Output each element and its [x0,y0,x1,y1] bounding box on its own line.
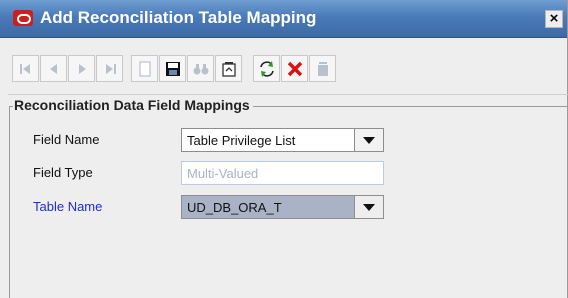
toolbar [0,38,567,94]
dialog-window: Add Reconciliation Table Mapping × Recon… [0,0,568,298]
close-button[interactable]: × [545,10,563,28]
save-button[interactable] [159,55,186,82]
field-name-value: Table Privilege List [187,133,296,148]
previous-record-button[interactable] [40,55,67,82]
table-name-value: UD_DB_ORA_T [187,200,282,215]
new-button[interactable] [131,55,158,82]
title-bar[interactable]: Add Reconciliation Table Mapping × [0,0,567,38]
next-record-icon [79,64,86,74]
field-type-input[interactable]: Multi-Valued [181,161,384,185]
field-name-select[interactable]: Table Privilege List [181,128,384,152]
clipboard-icon [222,62,236,77]
refresh-button[interactable] [253,55,280,82]
table-name-label: Table Name [33,199,103,214]
trash-button[interactable] [309,55,336,82]
table-name-select[interactable]: UD_DB_ORA_T [181,195,384,219]
chevron-down-icon[interactable] [354,196,383,218]
trash-can-icon [318,62,328,76]
delete-button[interactable] [281,55,308,82]
field-name-label: Field Name [33,132,100,147]
next-record-button[interactable] [68,55,95,82]
delete-x-icon [287,61,303,77]
new-document-icon [139,61,151,77]
refresh-arrows-icon [260,61,274,77]
chevron-down-icon[interactable] [354,129,383,151]
dialog-title: Add Reconciliation Table Mapping [40,8,317,27]
first-record-icon [20,64,30,74]
last-record-button[interactable] [96,55,123,82]
first-record-button[interactable] [12,55,39,82]
save-disk-icon [166,62,180,76]
find-button[interactable] [187,55,214,82]
field-type-value: Multi-Valued [187,166,259,181]
oracle-logo-icon [13,10,33,26]
toolbar-divider [8,94,568,95]
clipboard-button[interactable] [215,55,242,82]
last-record-icon [106,64,116,74]
field-type-label: Field Type [33,165,93,180]
binoculars-find-icon [193,64,209,75]
previous-record-icon [50,64,57,74]
panel-legend: Reconciliation Data Field Mappings [13,97,253,113]
